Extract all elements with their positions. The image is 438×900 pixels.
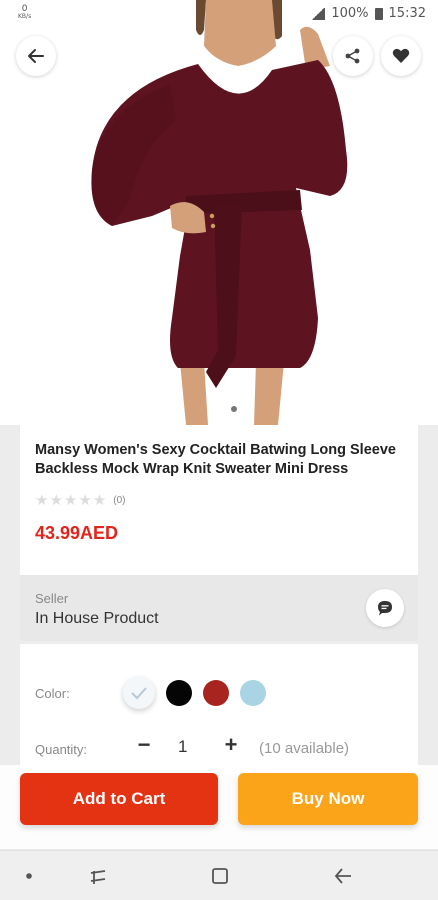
product-price: 43.99AED: [35, 523, 119, 543]
add-to-cart-button[interactable]: Add to Cart: [20, 773, 218, 825]
action-bar: Add to Cart Buy Now: [0, 765, 438, 849]
nav-dot-icon[interactable]: [17, 864, 41, 888]
battery-icon: [374, 7, 383, 20]
seller-label: Seller: [35, 591, 69, 606]
star-icon: ★: [35, 492, 49, 509]
back-button[interactable]: [16, 36, 56, 76]
chat-button[interactable]: [366, 589, 404, 627]
share-button[interactable]: [333, 36, 373, 76]
color-swatch-light-blue[interactable]: [240, 680, 266, 706]
battery-percent: 100%: [331, 6, 369, 21]
star-icon: ★: [63, 492, 78, 509]
star-icon: ★: [78, 492, 92, 509]
product-info-card: Mansy Women's Sexy Cocktail Batwing Long…: [20, 425, 418, 575]
star-icon: ★: [49, 492, 63, 509]
check-icon: [131, 687, 147, 700]
quantity-available: (10 available): [259, 740, 350, 757]
product-image[interactable]: [0, 0, 438, 425]
carousel-dot[interactable]: [231, 406, 237, 412]
seller-name: In House Product: [35, 610, 159, 627]
color-swatch-red[interactable]: [203, 680, 229, 706]
arrow-left-icon: [28, 49, 44, 63]
buy-now-button[interactable]: Buy Now: [238, 773, 418, 825]
chat-bubble-icon: [378, 601, 392, 616]
signal-icon: [311, 7, 326, 20]
seller-section: Seller In House Product: [20, 575, 418, 641]
status-bar: 0 KB/s 100% 15:32: [0, 0, 438, 28]
clock: 15:32: [388, 6, 426, 21]
favorite-button[interactable]: [381, 36, 421, 76]
status-indicators: 100% 15:32: [311, 6, 426, 21]
product-title: Mansy Women's Sexy Cocktail Batwing Long…: [35, 442, 396, 477]
quantity-label: Quantity:: [35, 742, 88, 757]
recent-apps-icon[interactable]: [86, 864, 110, 888]
rating-count: (0): [113, 494, 126, 506]
share-icon: [345, 48, 360, 64]
network-speed-unit: KB/s: [18, 13, 32, 20]
color-swatch-white[interactable]: [123, 677, 155, 709]
home-icon[interactable]: [208, 864, 232, 888]
star-icon: ★: [92, 492, 107, 509]
quantity-value: 1: [178, 737, 188, 756]
product-options: Color: Quantity: − 1 + (10 available): [20, 644, 418, 774]
system-nav-bar: [0, 850, 438, 900]
color-swatch-black[interactable]: [166, 680, 192, 706]
network-speed: 0 KB/s: [18, 5, 31, 21]
dress-illustration: [91, 0, 348, 425]
back-nav-icon[interactable]: [331, 864, 355, 888]
quantity-decrease-button[interactable]: −: [132, 733, 156, 757]
quantity-increase-button[interactable]: +: [219, 733, 243, 757]
heart-icon: [392, 48, 410, 63]
product-rating[interactable]: ★ ★ ★ ★ ★ (0): [35, 491, 126, 509]
color-label: Color:: [35, 686, 70, 701]
